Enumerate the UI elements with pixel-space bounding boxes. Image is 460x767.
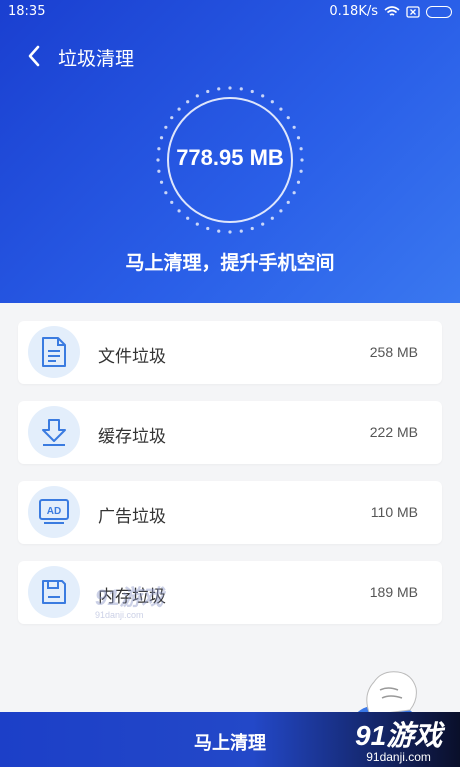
status-bar: 18:35 0.18K/s xyxy=(0,0,460,24)
item-size: 222 MB xyxy=(369,424,418,440)
chevron-left-icon xyxy=(28,45,40,67)
clean-slogan: 马上清理，提升手机空间 xyxy=(125,252,335,274)
ring-dot xyxy=(286,200,290,204)
ring-dot xyxy=(250,89,254,94)
ad-icon: AD xyxy=(28,486,80,538)
sim-disabled-icon xyxy=(406,5,420,18)
item-size: 258 MB xyxy=(369,344,418,360)
ring-dot xyxy=(170,200,174,204)
ring-dot xyxy=(195,94,199,98)
ring-dot xyxy=(186,216,190,220)
net-speed: 0.18K/s xyxy=(329,4,378,19)
ring-dot xyxy=(239,229,243,233)
ring-dot xyxy=(177,209,181,213)
ring-dot xyxy=(170,116,174,120)
junk-category-list: 文件垃圾 258 MB 缓存垃圾 222 MB AD 广告垃圾 110 MB 内… xyxy=(18,321,442,641)
item-size: 189 MB xyxy=(369,584,418,600)
item-label: 文件垃圾 xyxy=(98,347,166,367)
ring-dot xyxy=(206,89,210,94)
ring-dot xyxy=(279,209,283,213)
ring-dot xyxy=(292,191,296,195)
list-item-memory-junk[interactable]: 内存垃圾 189 MB xyxy=(18,561,442,624)
ring-dot xyxy=(159,180,164,184)
ring-dot xyxy=(217,87,221,91)
ring-dot xyxy=(159,136,164,140)
ring-dot xyxy=(228,86,232,90)
ring-dot xyxy=(164,191,168,195)
watermark-logo-corner: 91游戏 91danji.com xyxy=(355,714,442,764)
ring-dot xyxy=(228,230,232,234)
ring-dot xyxy=(270,100,274,104)
back-button[interactable] xyxy=(20,42,48,70)
ring-dot xyxy=(296,180,301,184)
ring-dot xyxy=(206,226,210,231)
ring-dot xyxy=(164,125,168,129)
status-time: 18:35 xyxy=(8,4,46,19)
list-item-file-junk[interactable]: 文件垃圾 258 MB xyxy=(18,321,442,384)
status-icons: 0.18K/s xyxy=(329,4,452,19)
ring-dot xyxy=(186,100,190,104)
ring-dot xyxy=(279,107,283,111)
page-title: 垃圾清理 xyxy=(58,48,135,70)
pointer-hand-icon xyxy=(355,671,417,720)
ring-dot xyxy=(261,222,265,226)
download-icon xyxy=(28,406,80,458)
watermark-logo: 91游戏 91danji.com xyxy=(95,580,163,620)
item-size: 110 MB xyxy=(370,504,418,520)
ring-dot xyxy=(286,116,290,120)
ring-dot xyxy=(270,216,274,220)
ring-dot xyxy=(292,125,296,129)
ring-dot xyxy=(239,87,243,91)
ring-dot xyxy=(195,222,199,226)
wifi-icon xyxy=(384,5,400,16)
list-item-cache-junk[interactable]: 缓存垃圾 222 MB xyxy=(18,401,442,464)
ring-dot xyxy=(217,229,221,233)
header-panel: 18:35 0.18K/s 垃圾清理 778.95 MB 马上清理，提升手机空间 xyxy=(0,0,460,303)
watermark-site: 91danji.com xyxy=(366,750,431,764)
memory-icon xyxy=(28,566,80,618)
ring-dot xyxy=(261,94,265,98)
ring-dot xyxy=(250,226,254,231)
battery-icon xyxy=(426,5,452,18)
ring-dot xyxy=(177,107,181,111)
item-label: 广告垃圾 xyxy=(98,507,166,527)
watermark-brand: 91游戏 xyxy=(355,720,443,751)
junk-size-ring: 778.95 MB xyxy=(155,85,305,235)
nav-bar: 垃圾清理 xyxy=(0,36,460,76)
document-icon xyxy=(28,326,80,378)
list-item-ad-junk[interactable]: AD 广告垃圾 110 MB xyxy=(18,481,442,544)
total-junk-size: 778.95 MB xyxy=(176,145,284,170)
watermark-brand: 91游戏 xyxy=(95,585,164,610)
ring-dot xyxy=(296,136,301,140)
item-label: 缓存垃圾 xyxy=(98,427,166,447)
svg-text:AD: AD xyxy=(47,506,61,517)
